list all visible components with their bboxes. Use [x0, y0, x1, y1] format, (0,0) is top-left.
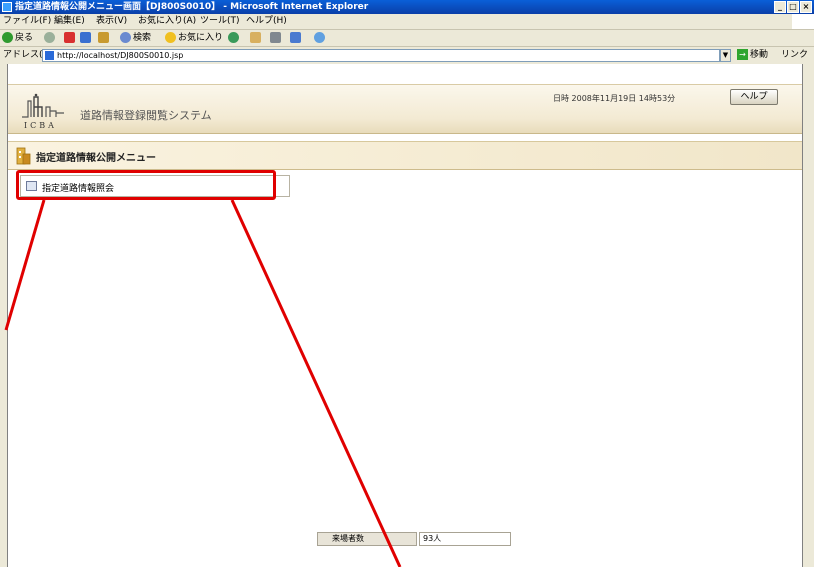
go-button[interactable]: → 移動 — [737, 49, 768, 62]
refresh-icon — [80, 32, 91, 43]
menu-edit[interactable]: 編集(E) — [54, 15, 85, 28]
stop-button[interactable] — [64, 31, 77, 45]
mail-button[interactable] — [250, 31, 263, 45]
history-button[interactable] — [228, 31, 241, 45]
ie-app-icon — [2, 2, 12, 12]
visitor-count-value: 93人 — [419, 532, 511, 546]
site-header: ICBA 道路情報登録閲覧システム 日時 2008年11月19日 14時53分 … — [8, 84, 802, 134]
back-arrow-icon — [2, 32, 13, 43]
menu-help[interactable]: ヘルプ(H) — [246, 15, 287, 28]
forward-arrow-icon — [44, 32, 55, 43]
print-icon — [270, 32, 281, 43]
favorites-button[interactable]: お気に入り — [165, 31, 223, 45]
menu-favorites[interactable]: お気に入り(A) — [138, 15, 196, 28]
forward-button[interactable] — [44, 31, 57, 45]
home-button[interactable] — [98, 31, 111, 45]
toolbar: 戻る 検索 お気に入り — [0, 30, 814, 47]
address-dropdown-button[interactable]: ▼ — [720, 49, 731, 62]
ie-window: 指定道路情報公開メニュー画面【DJ800S0010】 - Microsoft I… — [0, 0, 814, 567]
page-icon — [45, 51, 54, 60]
edit-icon — [290, 32, 301, 43]
menu-tools[interactable]: ツール(T) — [200, 15, 240, 28]
page-viewport: ICBA 道路情報登録閲覧システム 日時 2008年11月19日 14時53分 … — [8, 84, 802, 567]
refresh-button[interactable] — [80, 31, 93, 45]
current-datetime: 日時 2008年11月19日 14時53分 — [553, 94, 676, 103]
history-icon — [228, 32, 239, 43]
search-icon — [120, 32, 131, 43]
window-controls: _ □ × — [774, 1, 812, 13]
close-button[interactable]: × — [800, 1, 812, 13]
address-input[interactable]: http://localhost/DJ800S0010.jsp — [42, 49, 720, 62]
go-arrow-icon: → — [737, 49, 748, 60]
mail-icon — [250, 32, 261, 43]
go-label: 移動 — [750, 50, 769, 60]
star-icon — [165, 32, 176, 43]
search-button[interactable]: 検索 — [120, 31, 151, 45]
address-bar: アドレス(D) http://localhost/DJ800S0010.jsp … — [0, 47, 814, 65]
page-top-margin — [8, 64, 802, 84]
favorites-label: お気に入り — [178, 33, 224, 43]
windows-logo-icon — [792, 14, 814, 29]
address-url: http://localhost/DJ800S0010.jsp — [57, 51, 184, 60]
highlight-box — [16, 170, 276, 200]
maximize-button[interactable]: □ — [787, 1, 799, 13]
menu-view[interactable]: 表示(V) — [96, 15, 127, 28]
menu-file[interactable]: ファイル(F) — [3, 15, 51, 28]
title-bar: 指定道路情報公開メニュー画面【DJ800S0010】 - Microsoft I… — [0, 0, 814, 14]
messenger-button[interactable] — [314, 31, 327, 45]
building-icon — [16, 147, 31, 165]
edit-page-button[interactable] — [290, 31, 303, 45]
messenger-icon — [314, 32, 325, 43]
vertical-scrollbar[interactable] — [802, 64, 814, 567]
visitor-count-label: 来場者数 — [317, 532, 417, 546]
window-left-frame — [0, 64, 8, 567]
menu-heading-title: 指定道路情報公開メニュー — [36, 153, 156, 164]
minimize-button[interactable]: _ — [774, 1, 786, 13]
print-button[interactable] — [270, 31, 283, 45]
menu-bar: ファイル(F) 編集(E) 表示(V) お気に入り(A) ツール(T) ヘルプ(… — [0, 14, 814, 30]
back-label: 戻る — [15, 33, 34, 43]
window-title: 指定道路情報公開メニュー画面【DJ800S0010】 - Microsoft I… — [15, 2, 369, 12]
logo-text: ICBA — [24, 121, 57, 130]
links-button[interactable]: リンク — [781, 49, 808, 62]
back-button[interactable]: 戻る — [2, 31, 33, 45]
system-name: 道路情報登録閲覧システム — [80, 109, 212, 122]
stop-icon — [64, 32, 75, 43]
menu-heading: 指定道路情報公開メニュー — [8, 141, 802, 170]
home-icon — [98, 32, 109, 43]
search-label: 検索 — [133, 33, 152, 43]
help-button[interactable]: ヘルプ — [730, 89, 778, 105]
